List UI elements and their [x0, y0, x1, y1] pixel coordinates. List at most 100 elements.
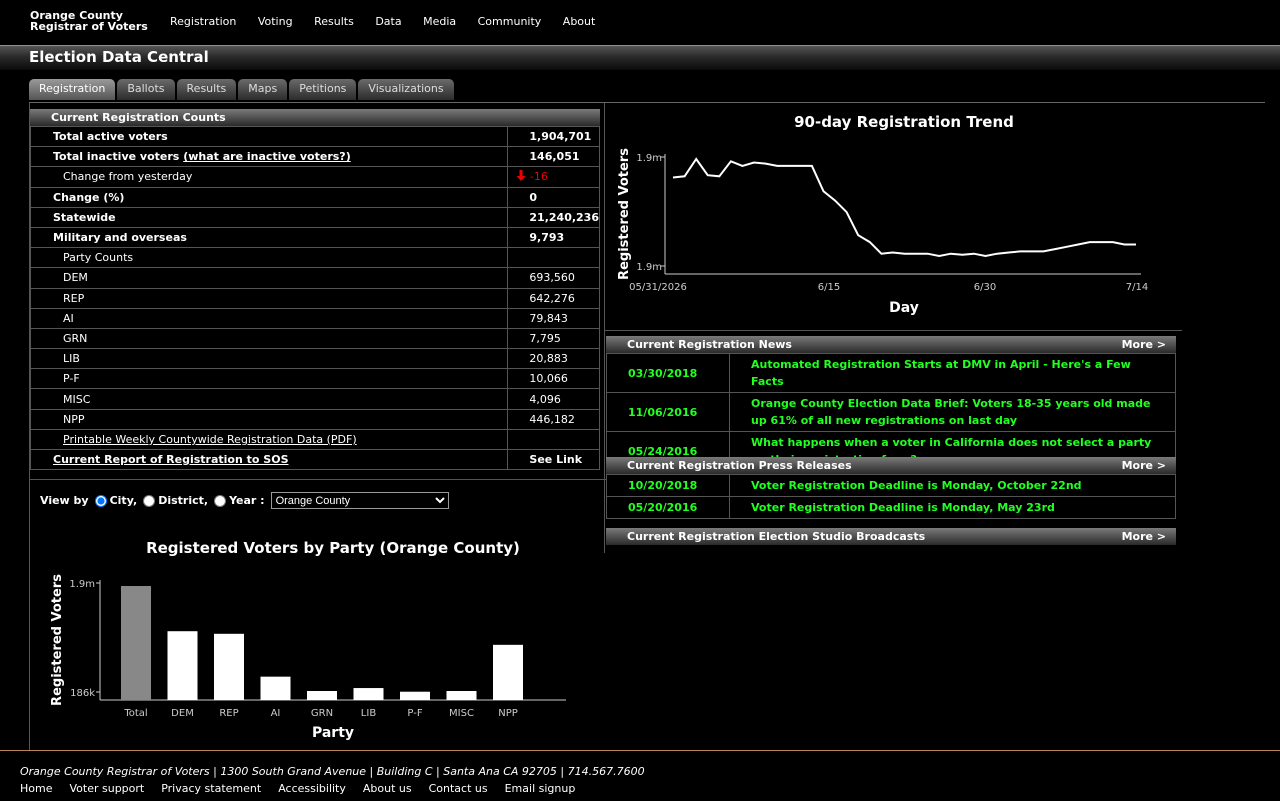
nav-results[interactable]: Results: [314, 15, 354, 28]
bar-xtick-label: Total: [123, 708, 147, 719]
list-item: 11/06/2016 Orange County Election Data B…: [606, 392, 1176, 432]
bar-ai: [260, 676, 291, 700]
tab-results[interactable]: Results: [176, 79, 237, 100]
trend-xticks: 05/31/2026 6/15 6/30 7/14: [629, 282, 1148, 293]
studio-more-link[interactable]: More >: [1122, 528, 1166, 545]
region-select[interactable]: Orange County: [270, 492, 449, 509]
footer-link-privacy[interactable]: Privacy statement: [161, 782, 261, 795]
trend-xtick-label: 6/15: [818, 282, 840, 293]
footer-link-about[interactable]: About us: [363, 782, 412, 795]
tab-maps[interactable]: Maps: [238, 79, 288, 100]
footer-address: Orange County Registrar of Voters | 1300…: [20, 765, 645, 778]
radio-city[interactable]: [94, 494, 107, 507]
tab-ballots[interactable]: Ballots: [117, 79, 175, 100]
press-date: 10/20/2018: [606, 474, 730, 497]
view-by-label: View by: [40, 494, 89, 507]
bar-chart-xlabel: Party: [312, 725, 354, 741]
party-name-rep: REP: [29, 287, 509, 309]
nav-community[interactable]: Community: [478, 15, 542, 28]
top-navigation: Orange County Registrar of Voters Regist…: [0, 0, 1280, 46]
section-tabs: Registration Ballots Results Maps Petiti…: [29, 79, 456, 100]
trend-series: [672, 157, 1136, 258]
view-by-controls: View by City, District, Year : Orange Co…: [40, 492, 449, 509]
party-value-npp: 446,182: [507, 408, 600, 430]
press-headline-link[interactable]: Voter Registration Deadline is Monday, M…: [729, 496, 1176, 519]
news-more-link[interactable]: More >: [1122, 336, 1166, 353]
main-menu: Registration Voting Results Data Media C…: [170, 15, 617, 28]
nav-media[interactable]: Media: [423, 15, 456, 28]
printable-data-link[interactable]: Printable Weekly Countywide Registration…: [63, 433, 357, 446]
footer-link-home[interactable]: Home: [20, 782, 52, 795]
news-date: 11/06/2016: [606, 392, 730, 432]
nav-voting[interactable]: Voting: [258, 15, 293, 28]
press-heading-text: Current Registration Press Releases: [627, 459, 852, 472]
party-value-misc: 4,096: [507, 388, 600, 410]
counts-heading: Current Registration Counts: [30, 109, 600, 126]
party-name-dem: DEM: [29, 267, 509, 289]
party-counts-label: Party Counts: [29, 247, 509, 269]
counts-table: Total active voters 1,904,701 Total inac…: [29, 125, 600, 471]
news-headline-link[interactable]: Automated Registration Starts at DMV in …: [729, 353, 1176, 393]
table-row: Military and overseas 9,793: [29, 226, 600, 249]
nav-data[interactable]: Data: [375, 15, 401, 28]
news-headline-link[interactable]: Orange County Election Data Brief: Voter…: [729, 392, 1176, 432]
press-heading: Current Registration Press Releases More…: [606, 457, 1176, 474]
table-row: Total active voters 1,904,701: [29, 125, 600, 148]
footer-link-accessibility[interactable]: Accessibility: [278, 782, 346, 795]
trend-xtick-label: 05/31/2026: [629, 282, 687, 293]
site-logo[interactable]: Orange County Registrar of Voters: [30, 10, 148, 32]
page-footer: Orange County Registrar of Voters | 1300…: [0, 750, 1280, 801]
trend-chart-axes: [661, 154, 1141, 275]
party-value-dem: 693,560: [507, 267, 600, 289]
bar-misc: [446, 691, 477, 700]
counts-bottom-rule: [30, 479, 606, 480]
tab-registration[interactable]: Registration: [29, 79, 116, 100]
table-row: Statewide 21,240,236: [29, 206, 600, 228]
press-releases-panel: Current Registration Press Releases More…: [606, 457, 1176, 519]
table-row: P-F 10,066: [29, 368, 600, 390]
trend-chart-xlabel: Day: [889, 300, 919, 316]
footer-link-contact[interactable]: Contact us: [429, 782, 488, 795]
studio-broadcasts-panel: Current Registration Election Studio Bro…: [606, 528, 1176, 545]
press-headline-link[interactable]: Voter Registration Deadline is Monday, O…: [729, 474, 1176, 497]
sos-see-link[interactable]: See Link: [507, 448, 600, 471]
statewide-label: Statewide: [29, 206, 509, 228]
party-name-ai: AI: [29, 307, 509, 329]
bar-chart-ylabel: Registered Voters: [50, 574, 65, 706]
party-bar-chart: Registered Voters by Party (Orange Count…: [50, 539, 566, 741]
trend-line-chart: 90-day Registration Trend 1.9m 1.9m Regi…: [617, 113, 1148, 316]
party-value-ai: 79,843: [507, 307, 600, 329]
sos-report-link[interactable]: Current Report of Registration to SOS: [53, 453, 289, 466]
bar-ytick-top: 1.9m: [69, 579, 95, 590]
bar-ytick-bottom: 186k: [70, 688, 95, 699]
party-name-pf: P-F: [29, 368, 509, 390]
footer-link-voter-support[interactable]: Voter support: [69, 782, 144, 795]
radio-district-label: District,: [158, 494, 209, 507]
press-more-link[interactable]: More >: [1122, 457, 1166, 474]
radio-district[interactable]: [143, 494, 156, 507]
printable-empty: [507, 428, 600, 451]
radio-year[interactable]: [214, 494, 227, 507]
nav-registration[interactable]: Registration: [170, 15, 236, 28]
bar-xtick-label: NPP: [498, 708, 518, 719]
news-heading: Current Registration News More >: [606, 336, 1176, 353]
bar-xtick-label: AI: [271, 708, 281, 719]
studio-heading-text: Current Registration Election Studio Bro…: [627, 530, 926, 543]
bar-xtick-label: REP: [219, 708, 238, 719]
statewide-value: 21,240,236: [507, 206, 600, 228]
trend-ytick-bottom: 1.9m: [636, 262, 662, 273]
radio-year-label: Year :: [229, 494, 265, 507]
table-row: AI 79,843: [29, 307, 600, 329]
news-date: 03/30/2018: [606, 353, 730, 393]
nav-about[interactable]: About: [563, 15, 596, 28]
bar-group: Total DEM REP AI GRN LIB P-F MISC NPP: [121, 586, 523, 719]
inactive-label-cell: Total inactive voters (what are inactive…: [29, 146, 509, 168]
bar-rep: [214, 633, 244, 700]
footer-link-email-signup[interactable]: Email signup: [505, 782, 576, 795]
party-value-rep: 642,276: [507, 287, 600, 309]
tab-petitions[interactable]: Petitions: [289, 79, 357, 100]
trend-chart-title: 90-day Registration Trend: [794, 113, 1014, 131]
tab-visualizations[interactable]: Visualizations: [358, 79, 454, 100]
party-name-npp: NPP: [29, 408, 509, 430]
inactive-voters-link[interactable]: (what are inactive voters?): [183, 150, 351, 163]
